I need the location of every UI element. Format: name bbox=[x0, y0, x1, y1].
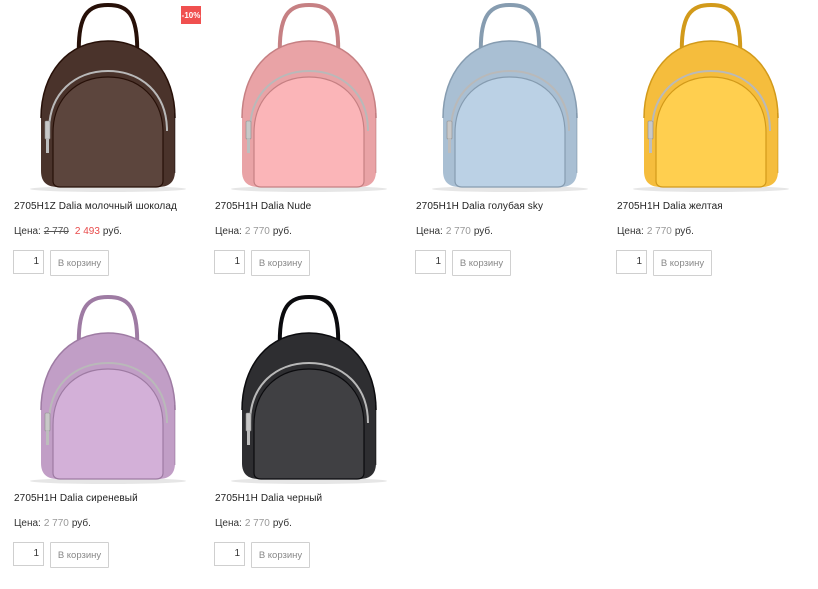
product-price: Цена: 2 770 руб. bbox=[215, 518, 292, 529]
product-image[interactable] bbox=[13, 295, 203, 485]
add-to-cart-button[interactable]: В корзину bbox=[50, 542, 109, 568]
price-value: 2 770 bbox=[244, 518, 270, 529]
currency: руб. bbox=[71, 518, 91, 529]
product-name[interactable]: 2705H1H Dalia сиреневый bbox=[14, 493, 138, 504]
product-name[interactable]: 2705H1Z Dalia молочный шоколад bbox=[14, 201, 177, 212]
old-price: 2 770 bbox=[43, 226, 69, 237]
add-to-cart-button[interactable]: В корзину bbox=[251, 542, 310, 568]
product-price: Цена: 2 770 руб. bbox=[416, 226, 493, 237]
product-price: Цена: 2 770 руб. bbox=[14, 518, 91, 529]
price-label: Цена: bbox=[14, 226, 41, 237]
currency: руб. bbox=[272, 226, 292, 237]
product-image[interactable] bbox=[415, 3, 605, 193]
product-price: Цена: 2 770 руб. bbox=[617, 226, 694, 237]
product-name[interactable]: 2705H1H Dalia черный bbox=[215, 493, 322, 504]
add-to-cart-button[interactable]: В корзину bbox=[653, 250, 712, 276]
quantity-input[interactable]: 1 bbox=[214, 542, 245, 566]
product-price: Цена: 2 770 руб. bbox=[215, 226, 292, 237]
product-card: 2705H1H Dalia голубая sky Цена: 2 770 руб.… bbox=[415, 3, 605, 293]
product-image[interactable] bbox=[616, 3, 806, 193]
price-value: 2 770 bbox=[646, 226, 672, 237]
add-to-cart-button[interactable]: В корзину bbox=[251, 250, 310, 276]
price-label: Цена: bbox=[617, 226, 644, 237]
add-to-cart-button[interactable]: В корзину bbox=[452, 250, 511, 276]
price-value: 2 770 bbox=[244, 226, 270, 237]
product-card: 2705H1H Dalia сиреневый Цена: 2 770 руб. 1… bbox=[13, 295, 203, 585]
product-card: 2705H1H Dalia Nude Цена: 2 770 руб. 1 В ко… bbox=[214, 3, 404, 293]
quantity-input[interactable]: 1 bbox=[13, 542, 44, 566]
product-price: Цена: 2 770 2 493 руб. bbox=[14, 226, 122, 237]
price-label: Цена: bbox=[416, 226, 443, 237]
price-label: Цена: bbox=[215, 518, 242, 529]
product-card: 2705H1H Dalia желтая Цена: 2 770 руб. 1 В … bbox=[616, 3, 806, 293]
quantity-input[interactable]: 1 bbox=[13, 250, 44, 274]
quantity-input[interactable]: 1 bbox=[214, 250, 245, 274]
price-label: Цена: bbox=[14, 518, 41, 529]
currency: руб. bbox=[674, 226, 694, 237]
product-card: -10% 2705H1Z Dalia молочный шоколад Цена… bbox=[13, 3, 203, 293]
product-card: 2705H1H Dalia черный Цена: 2 770 руб. 1 В … bbox=[214, 295, 404, 585]
quantity-input[interactable]: 1 bbox=[616, 250, 647, 274]
price-label: Цена: bbox=[215, 226, 242, 237]
product-name[interactable]: 2705H1H Dalia голубая sky bbox=[416, 201, 543, 212]
currency: руб. bbox=[473, 226, 493, 237]
price-value: 2 770 bbox=[445, 226, 471, 237]
discount-badge: -10% bbox=[181, 6, 201, 24]
product-image[interactable] bbox=[13, 3, 203, 193]
product-image[interactable] bbox=[214, 295, 404, 485]
add-to-cart-button[interactable]: В корзину bbox=[50, 250, 109, 276]
product-image[interactable] bbox=[214, 3, 404, 193]
currency: руб. bbox=[272, 518, 292, 529]
quantity-input[interactable]: 1 bbox=[415, 250, 446, 274]
currency: руб. bbox=[102, 226, 122, 237]
product-name[interactable]: 2705H1H Dalia желтая bbox=[617, 201, 723, 212]
sale-price: 2 493 bbox=[74, 226, 100, 237]
product-name[interactable]: 2705H1H Dalia Nude bbox=[215, 201, 311, 212]
price-value: 2 770 bbox=[43, 518, 69, 529]
